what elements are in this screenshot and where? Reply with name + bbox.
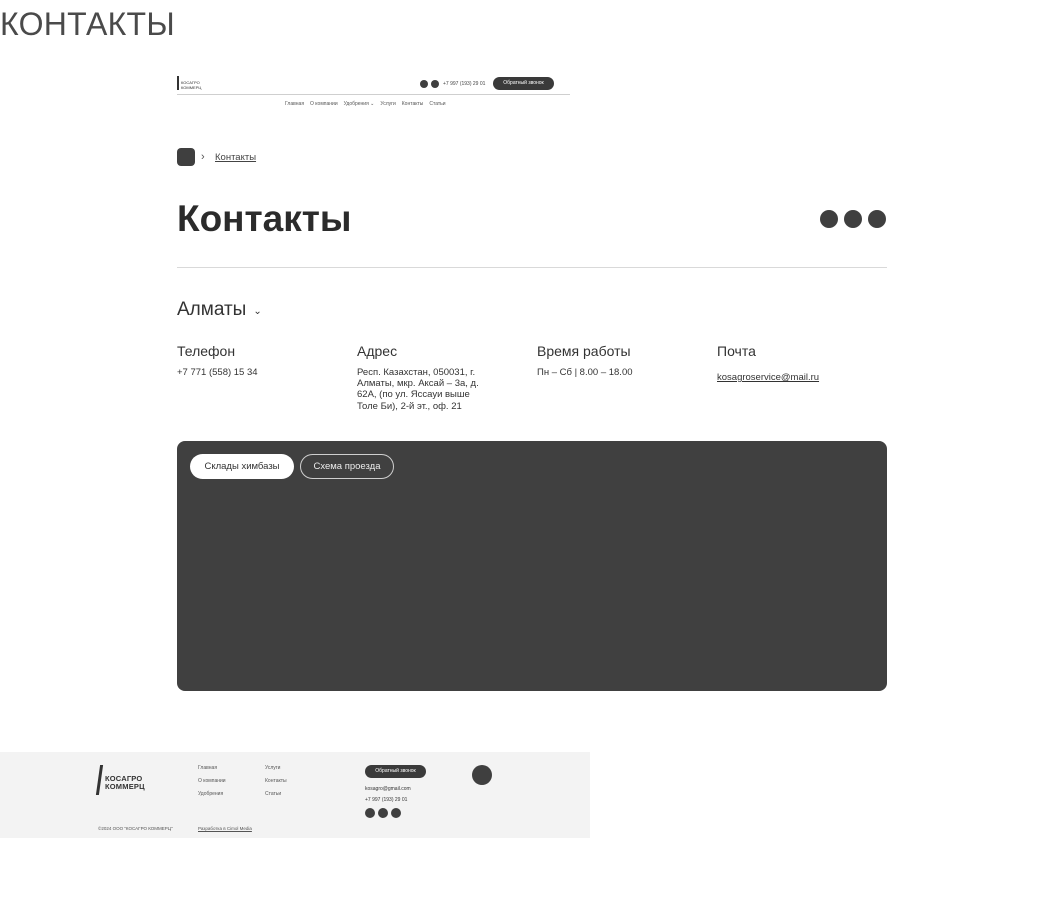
footer-link-contacts[interactable]: Контакты	[265, 778, 287, 785]
nav-item-fertilizers[interactable]: Удобрения ⌄	[344, 100, 375, 108]
footer-link-about[interactable]: О компании	[198, 778, 226, 785]
address-value: Респ. Казахстан, 050031, г. Алматы, мкр.…	[357, 367, 479, 412]
map-panel[interactable]: Склады химбазы Схема проезда	[177, 441, 887, 691]
nav-item-services[interactable]: Услуги	[380, 100, 395, 108]
footer-link-services[interactable]: Услуги	[265, 765, 280, 772]
footer: КОСАГРО КОММЕРЦ Главная О компании Удобр…	[0, 752, 590, 838]
tab-warehouses[interactable]: Склады химбазы	[190, 454, 294, 479]
address-heading: Адрес	[357, 343, 398, 359]
city-selector[interactable]: Алматы ⌄	[177, 299, 262, 321]
city-label: Алматы	[177, 299, 247, 320]
mini-logo[interactable]: КОСАГРО КОММЕРЦ	[177, 76, 202, 90]
telegram-icon[interactable]	[844, 210, 862, 228]
email-column: Почта kosagroservice@mail.ru	[717, 343, 887, 385]
footer-logo-line2: КОММЕРЦ	[105, 782, 145, 791]
email-link[interactable]: kosagroservice@mail.ru	[717, 372, 819, 383]
footer-callback-button[interactable]: Обратный звонок	[365, 765, 426, 778]
chevron-down-icon: ⌄	[253, 306, 262, 317]
hours-value: Пн – Сб | 8.00 – 18.00	[537, 367, 633, 378]
logo-mark-icon	[95, 765, 104, 795]
footer-copyright: ©2024 ООО "КОСАГРО КОММЕРЦ"	[98, 826, 173, 831]
footer-developer-link[interactable]: Разработка в Cimol Media	[198, 825, 252, 832]
nav-item-articles[interactable]: Статьи	[429, 100, 445, 108]
phone-column: Телефон +7 771 (558) 15 34	[177, 343, 347, 378]
phone-heading: Телефон	[177, 343, 236, 359]
nav-item-home[interactable]: Главная	[285, 100, 304, 108]
home-icon[interactable]	[177, 148, 195, 166]
hours-heading: Время работы	[537, 343, 631, 359]
nav-item-about[interactable]: О компании	[310, 100, 338, 108]
whatsapp-icon[interactable]	[820, 210, 838, 228]
nav-item-contacts[interactable]: Контакты	[402, 100, 424, 108]
mini-header: КОСАГРО КОММЕРЦ +7 997 (193) 29 01 Обрат…	[177, 74, 570, 110]
footer-logo[interactable]: КОСАГРО КОММЕРЦ	[95, 765, 145, 795]
mini-header-phone[interactable]: +7 997 (193) 29 01	[443, 80, 485, 88]
phone-value[interactable]: +7 771 (558) 15 34	[177, 367, 347, 378]
footer-link-articles[interactable]: Статьи	[265, 791, 281, 798]
tab-directions[interactable]: Схема проезда	[300, 454, 394, 479]
mini-nav: Главная О компании Удобрения ⌄ Услуги Ко…	[285, 100, 446, 108]
mini-header-divider	[177, 94, 570, 95]
chevron-right-icon: ›	[201, 151, 205, 163]
logo-mark-icon	[177, 76, 179, 90]
whatsapp-icon[interactable]	[365, 808, 375, 818]
address-column: Адрес Респ. Казахстан, 050031, г. Алматы…	[357, 343, 482, 412]
mini-logo-line2: КОММЕРЦ	[181, 85, 202, 90]
footer-link-home[interactable]: Главная	[198, 765, 217, 772]
callback-button[interactable]: Обратный звонок	[493, 77, 554, 90]
hours-column: Время работы Пн – Сб | 8.00 – 18.00	[537, 343, 707, 378]
instagram-icon[interactable]	[868, 210, 886, 228]
instagram-icon[interactable]	[391, 808, 401, 818]
footer-link-fertilizers[interactable]: Удобрения	[198, 791, 223, 798]
page-label: КОНТАКТЫ	[0, 6, 176, 42]
whatsapp-icon[interactable]	[420, 80, 428, 88]
footer-phone[interactable]: +7 997 (193) 29 01	[365, 797, 407, 804]
email-heading: Почта	[717, 343, 756, 359]
telegram-icon[interactable]	[431, 80, 439, 88]
footer-email[interactable]: kosagro@gmail.com	[365, 786, 411, 793]
title-divider	[177, 267, 887, 268]
page-title: Контакты	[177, 198, 352, 239]
telegram-icon[interactable]	[378, 808, 388, 818]
breadcrumb-current[interactable]: Контакты	[215, 151, 256, 164]
scroll-up-icon[interactable]	[472, 765, 492, 785]
